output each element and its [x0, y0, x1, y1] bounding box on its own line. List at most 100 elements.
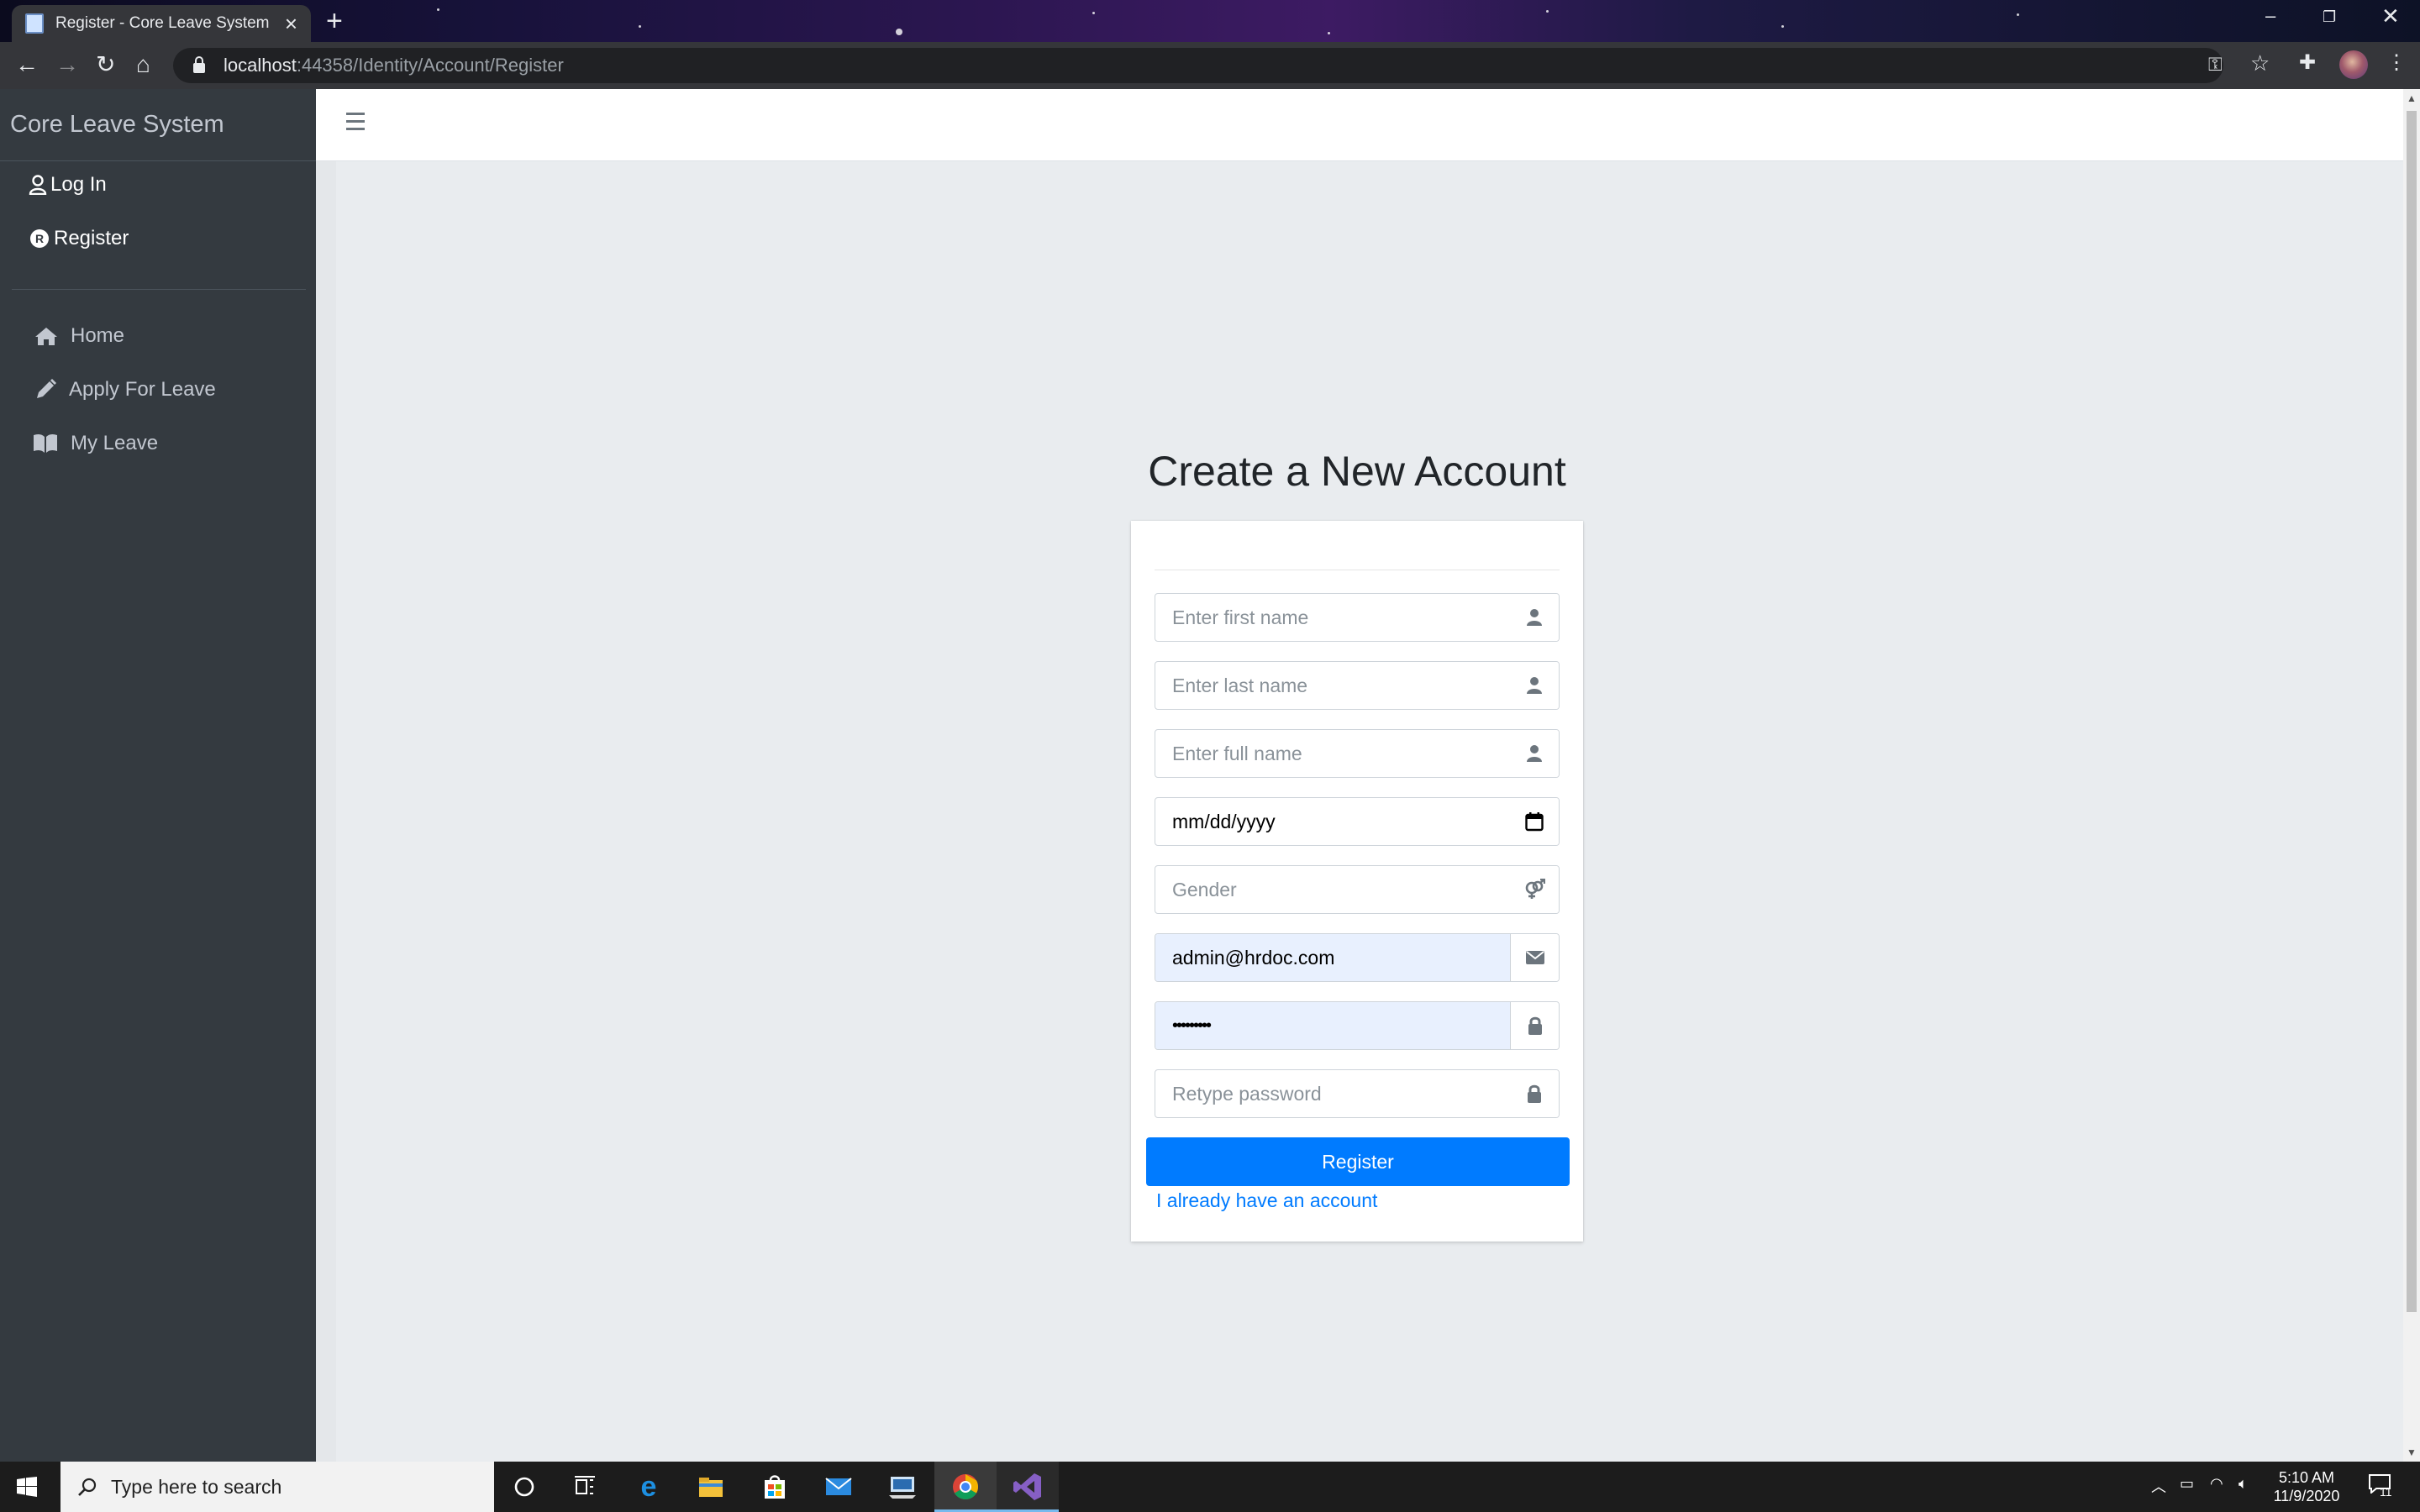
reload-icon[interactable]: ↻	[96, 52, 115, 77]
wallpaper-star	[1546, 10, 1549, 13]
tray-overflow-icon[interactable]: ︿	[2151, 1475, 2166, 1497]
tab-close-icon[interactable]: ×	[285, 13, 297, 34]
sidebar-item-label: Log In	[50, 173, 107, 196]
page-favicon-icon	[25, 13, 44, 34]
taskbar-clock[interactable]: 5:10 AM 11/9/2020	[2269, 1468, 2344, 1505]
registered-icon: R	[30, 229, 49, 248]
notification-center-icon[interactable]: 11	[2368, 1473, 2395, 1499]
sidebar-item-label: Home	[71, 324, 125, 347]
wallpaper-star	[1092, 12, 1095, 14]
user-icon	[1510, 730, 1559, 777]
taskbar-visual-studio[interactable]	[997, 1462, 1059, 1512]
sidebar: Core Leave System Log In R Register Home	[0, 89, 316, 1462]
password-input[interactable]: •••••••••	[1155, 1002, 1510, 1049]
clock-date: 11/9/2020	[2273, 1488, 2340, 1504]
taskbar-chrome-active[interactable]	[934, 1462, 997, 1512]
wallpaper-star	[2017, 13, 2019, 16]
full-name-input[interactable]: Enter full name	[1155, 730, 1510, 777]
sidebar-item-my-leave[interactable]: My Leave	[32, 432, 158, 455]
battery-icon[interactable]: ▭	[2180, 1475, 2194, 1493]
store-icon[interactable]	[758, 1470, 792, 1504]
key-icon[interactable]: ⚿	[2208, 54, 2223, 76]
last-name-input[interactable]: Enter last name	[1155, 662, 1510, 709]
sidebar-item-apply-for-leave[interactable]: Apply For Leave	[34, 378, 216, 402]
full-name-field[interactable]: Enter full name	[1155, 729, 1560, 778]
first-name-field[interactable]: Enter first name	[1155, 593, 1560, 642]
wifi-icon[interactable]: ◠	[2210, 1475, 2223, 1493]
svg-text:e: e	[641, 1471, 657, 1503]
email-field[interactable]: admin@hrdoc.com	[1155, 933, 1560, 982]
retype-password-input[interactable]: Retype password	[1155, 1070, 1510, 1117]
top-navbar	[316, 89, 2403, 161]
forward-arrow-icon[interactable]: →	[55, 52, 79, 77]
book-icon	[34, 433, 57, 453]
scroll-up-icon[interactable]: ▲	[2407, 92, 2417, 104]
windows-start-icon[interactable]	[17, 1477, 37, 1497]
profile-avatar[interactable]	[2339, 50, 2368, 79]
sidebar-item-label: My Leave	[71, 432, 159, 454]
bookmark-star-icon[interactable]: ☆	[2250, 50, 2270, 76]
file-explorer-icon[interactable]	[694, 1470, 728, 1504]
menu-toggle-icon[interactable]	[346, 113, 365, 135]
url-host: localhost	[224, 55, 297, 76]
search-icon	[78, 1478, 97, 1496]
sidebar-item-login[interactable]: Log In	[29, 173, 107, 197]
register-button[interactable]: Register	[1146, 1137, 1570, 1186]
network-app-icon[interactable]	[886, 1470, 919, 1504]
cortana-icon[interactable]	[508, 1470, 541, 1504]
lock-icon[interactable]	[193, 56, 205, 73]
password-field[interactable]: •••••••••	[1155, 1001, 1560, 1050]
edge-browser-icon[interactable]: e	[632, 1470, 666, 1504]
extensions-puzzle-icon[interactable]: ✚	[2299, 50, 2316, 75]
new-tab-button[interactable]: +	[326, 7, 343, 35]
restore-window-icon[interactable]: ❐	[2323, 8, 2336, 26]
windows-taskbar: Type here to search e ︿ ▭ ◠ 🔈︎ 5:10 AM 1…	[0, 1462, 2420, 1512]
taskbar-search-box[interactable]: Type here to search	[60, 1462, 494, 1512]
mail-icon[interactable]	[822, 1470, 855, 1504]
back-arrow-icon[interactable]: ←	[15, 52, 39, 77]
clock-time: 5:10 AM	[2278, 1469, 2335, 1486]
gender-field[interactable]: Gender	[1155, 865, 1560, 914]
home-button-icon[interactable]: ⌂	[136, 52, 150, 77]
page-title: Create a New Account	[1148, 448, 1566, 495]
lock-icon	[1510, 1002, 1559, 1049]
chrome-icon	[953, 1474, 979, 1500]
calendar-icon[interactable]	[1510, 798, 1559, 845]
email-input[interactable]: admin@hrdoc.com	[1155, 934, 1510, 981]
notification-count: 11	[2380, 1485, 2392, 1499]
last-name-field[interactable]: Enter last name	[1155, 661, 1560, 710]
date-input[interactable]: mm/dd/yyyy	[1155, 798, 1510, 845]
page-viewport: Core Leave System Log In R Register Home	[0, 89, 2420, 1462]
sidebar-item-label: Apply For Leave	[69, 378, 216, 401]
user-icon	[1510, 662, 1559, 709]
gender-select[interactable]: Gender	[1155, 866, 1510, 913]
brand-link[interactable]: Core Leave System	[0, 89, 316, 161]
sidebar-item-register[interactable]: R Register	[30, 227, 129, 250]
url-path: :44358/Identity/Account/Register	[296, 55, 564, 76]
user-icon	[29, 175, 47, 195]
browser-toolbar: ← → ↻ ⌂ localhost :44358/Identity/Accoun…	[0, 42, 2420, 89]
browser-tab-active[interactable]: Register - Core Leave System ×	[12, 5, 311, 42]
sidebar-item-home[interactable]: Home	[34, 324, 124, 348]
browser-menu-icon[interactable]: ⋮	[2386, 50, 2407, 75]
task-view-icon[interactable]	[568, 1470, 602, 1504]
wallpaper-star	[639, 25, 641, 28]
retype-password-field[interactable]: Retype password	[1155, 1069, 1560, 1118]
sidebar-divider	[12, 289, 306, 290]
sidebar-item-label: Register	[54, 227, 129, 249]
scrollbar-thumb[interactable]	[2407, 111, 2417, 1312]
address-bar[interactable]: localhost :44358/Identity/Account/Regist…	[173, 48, 2223, 83]
wallpaper-star	[1328, 32, 1330, 34]
scroll-down-icon[interactable]: ▼	[2407, 1446, 2417, 1458]
volume-icon[interactable]: 🔈︎	[2238, 1475, 2248, 1493]
minimize-window-icon[interactable]: –	[2265, 5, 2275, 27]
page-scrollbar[interactable]: ▲ ▼	[2403, 89, 2420, 1462]
wallpaper-star	[437, 8, 439, 11]
date-of-birth-field[interactable]: mm/dd/yyyy	[1155, 797, 1560, 846]
first-name-input[interactable]: Enter first name	[1155, 594, 1510, 641]
login-link[interactable]: I already have an account	[1156, 1189, 1377, 1212]
pencil-icon	[37, 379, 56, 398]
register-card: Enter first name Enter last name Enter f…	[1131, 521, 1583, 1242]
browser-title-bar: Register - Core Leave System × + – ❐ ✕	[0, 0, 2420, 42]
close-window-icon[interactable]: ✕	[2381, 3, 2400, 29]
